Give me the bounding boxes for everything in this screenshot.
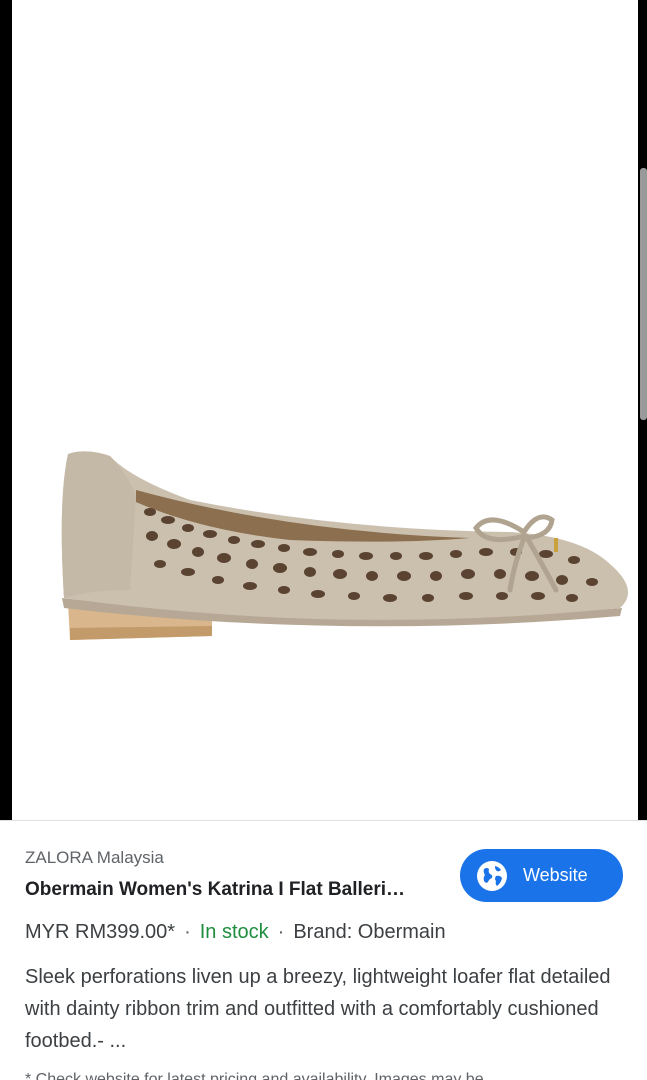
- separator: ·: [184, 921, 191, 943]
- price-stock-brand-line: MYR RM399.00* · In stock · Brand: Obermain: [25, 921, 446, 944]
- scrollbar[interactable]: [640, 168, 647, 420]
- product-info-panel: ZALORA Malaysia Obermain Women's Katrina…: [0, 820, 647, 1080]
- separator: ·: [277, 921, 285, 943]
- website-button-label: Website: [523, 865, 588, 885]
- globe-icon: [477, 860, 507, 891]
- product-image-panel[interactable]: [12, 0, 638, 820]
- screen: ZALORA Malaysia Obermain Women's Katrina…: [0, 0, 647, 1080]
- disclaimer: * Check website for latest pricing and a…: [25, 1071, 484, 1080]
- stock-status: In stock: [199, 921, 269, 943]
- price: MYR RM399.00*: [25, 921, 176, 943]
- product-description: Sleek perforations liven up a breezy, li…: [25, 966, 611, 1052]
- product-title[interactable]: Obermain Women's Katrina I Flat Balleri…: [25, 879, 435, 901]
- product-image[interactable]: [40, 440, 630, 660]
- brand: Brand: Obermain: [293, 921, 446, 943]
- website-button[interactable]: Website: [460, 849, 623, 902]
- seller-name: ZALORA Malaysia: [25, 848, 164, 867]
